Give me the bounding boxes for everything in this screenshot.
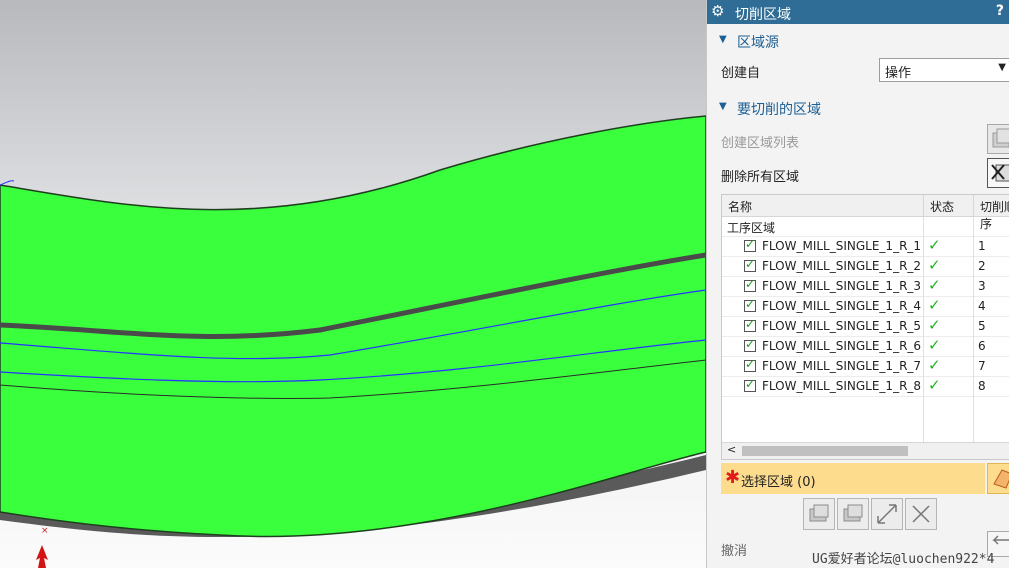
table-row[interactable]: FLOW_MILL_SINGLE_1_R_2 ✓ 2 (722, 256, 1009, 277)
region-checkbox[interactable] (744, 237, 756, 252)
status-ok-icon: ✓ (928, 256, 941, 274)
create-from-label: 创建自 (721, 66, 761, 81)
status-ok-icon: ✓ (928, 316, 941, 334)
select-region-button[interactable] (987, 463, 1009, 494)
status-ok-icon: ✓ (928, 276, 941, 294)
select-region-row[interactable]: ✱ 选择区域 (0) (721, 463, 985, 494)
column-divider (973, 217, 974, 445)
help-button[interactable]: ? (996, 3, 1004, 19)
create-region-list-button[interactable] (987, 124, 1009, 154)
create-from-value: 操作 (885, 66, 912, 81)
region-order: 2 (978, 259, 986, 273)
region-name: FLOW_MILL_SINGLE_1_R_3 (762, 279, 922, 293)
region-order: 1 (978, 239, 986, 253)
region-order: 5 (978, 319, 986, 333)
remove-icon (912, 505, 930, 523)
region-order: 7 (978, 359, 986, 373)
section-region-source-label: 区域源 (737, 35, 779, 51)
region-name: FLOW_MILL_SINGLE_1_R_8 (762, 379, 922, 393)
watermark: UG爱好者论坛@luochen922*4 (812, 552, 995, 567)
gear-icon: ⚙ (711, 2, 725, 20)
horizontal-scrollbar[interactable]: < > (722, 442, 1009, 459)
merge-region-icon (843, 504, 863, 522)
add-region-button[interactable] (803, 498, 835, 530)
section-regions-to-cut-label: 要切削的区域 (737, 102, 821, 118)
select-face-icon (993, 469, 1009, 489)
table-row[interactable]: FLOW_MILL_SINGLE_1_R_6 ✓ 6 (722, 336, 1009, 357)
chevron-down-icon: ▼ (998, 62, 1006, 73)
select-region-label: 选择区域 (0) (741, 475, 816, 490)
region-checkbox[interactable] (744, 257, 756, 272)
region-order: 8 (978, 379, 986, 393)
collapse-triangle-icon[interactable]: ▼ (719, 101, 727, 112)
region-order: 3 (978, 279, 986, 293)
table-row[interactable]: FLOW_MILL_SINGLE_1_R_8 ✓ 8 (722, 376, 1009, 397)
region-name: FLOW_MILL_SINGLE_1_R_5 (762, 319, 922, 333)
delete-all-regions-label: 删除所有区域 (721, 170, 800, 185)
column-header-name[interactable]: 名称 (722, 195, 924, 217)
table-row[interactable]: FLOW_MILL_SINGLE_1_R_7 ✓ 7 (722, 356, 1009, 377)
table-row[interactable]: FLOW_MILL_SINGLE_1_R_4 ✓ 4 (722, 296, 1009, 317)
region-order: 6 (978, 339, 986, 353)
column-divider (923, 217, 924, 445)
status-ok-icon: ✓ (928, 376, 941, 394)
scroll-left-icon[interactable]: < (727, 443, 736, 456)
expand-region-button[interactable] (871, 498, 903, 530)
delete-regions-icon (991, 164, 1009, 182)
status-ok-icon: ✓ (928, 296, 941, 314)
cut-regions-dialog: ⚙ 切削区域 ? ▼ 区域源 创建自 操作 ▼ ▼ 要切削的区域 创建区域列表 … (706, 0, 1009, 568)
expand-icon (877, 504, 897, 524)
collapse-triangle-icon[interactable]: ▼ (719, 34, 727, 45)
region-checkbox[interactable] (744, 357, 756, 372)
region-name: FLOW_MILL_SINGLE_1_R_2 (762, 259, 922, 273)
merge-region-button[interactable] (837, 498, 869, 530)
dialog-titlebar: ⚙ 切削区域 ? (707, 0, 1009, 24)
dialog-title: 切削区域 (735, 7, 791, 23)
undo-label: 撤消 (721, 544, 748, 559)
region-order: 4 (978, 299, 986, 313)
create-region-list-label: 创建区域列表 (721, 136, 800, 151)
table-row[interactable]: FLOW_MILL_SINGLE_1_R_3 ✓ 3 (722, 276, 1009, 297)
column-header-order[interactable]: 切削顺序 (974, 195, 1009, 231)
region-name: FLOW_MILL_SINGLE_1_R_7 (762, 359, 922, 373)
region-name: FLOW_MILL_SINGLE_1_R_6 (762, 339, 922, 353)
create-from-select[interactable]: 操作 ▼ (879, 58, 1009, 82)
column-header-status[interactable]: 状态 (924, 195, 974, 217)
root-node-label: 工序区域 (727, 221, 776, 235)
region-list-icon (992, 128, 1009, 148)
graphics-viewport[interactable]: × (0, 0, 706, 568)
region-checkbox[interactable] (744, 377, 756, 392)
scroll-thumb[interactable] (742, 446, 908, 456)
status-ok-icon: ✓ (928, 236, 941, 254)
table-row-root[interactable]: 工序区域 (722, 217, 1009, 237)
region-name: FLOW_MILL_SINGLE_1_R_4 (762, 299, 922, 313)
status-ok-icon: ✓ (928, 356, 941, 374)
table-row[interactable]: FLOW_MILL_SINGLE_1_R_1 ✓ 1 (722, 236, 1009, 257)
region-checkbox[interactable] (744, 317, 756, 332)
region-checkbox[interactable] (744, 297, 756, 312)
region-checkbox[interactable] (744, 277, 756, 292)
section-regions-to-cut[interactable]: ▼ 要切削的区域 (707, 97, 1009, 119)
datum-marker: × (41, 526, 49, 536)
delete-all-regions-button[interactable] (987, 158, 1009, 188)
region-checkbox[interactable] (744, 337, 756, 352)
section-region-source[interactable]: ▼ 区域源 (707, 30, 1009, 52)
region-name: FLOW_MILL_SINGLE_1_R_1 (762, 239, 922, 253)
region-table[interactable]: 名称 状态 切削顺序 工序区域 FLOW_MILL_SINGLE_1_R_1 ✓… (721, 194, 1009, 460)
status-ok-icon: ✓ (928, 336, 941, 354)
required-asterisk-icon: ✱ (725, 467, 741, 488)
model-view[interactable]: × (0, 0, 706, 568)
remove-region-button[interactable] (905, 498, 937, 530)
add-region-icon (809, 504, 829, 522)
table-row[interactable]: FLOW_MILL_SINGLE_1_R_5 ✓ 5 (722, 316, 1009, 337)
